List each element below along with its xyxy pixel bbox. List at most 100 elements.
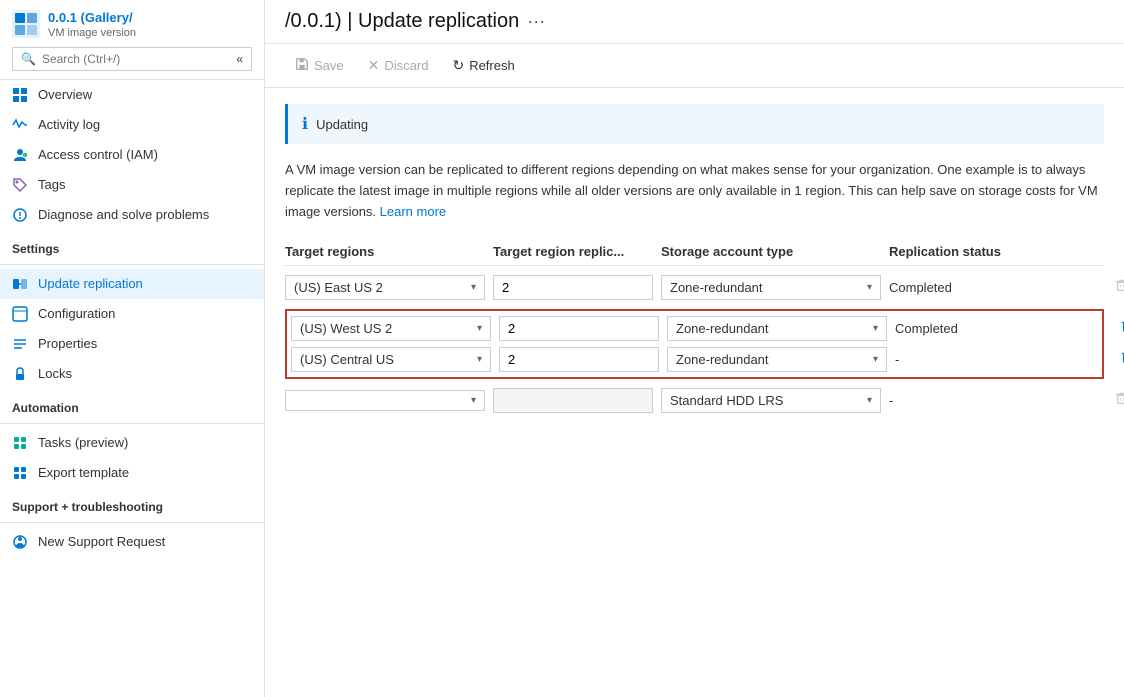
replica-input-0[interactable]: [493, 275, 653, 300]
content-area: ℹ Updating A VM image version can be rep…: [265, 88, 1124, 697]
settings-section-label: Settings: [0, 230, 264, 260]
nav-overview-label: Overview: [38, 87, 92, 102]
table-row: (US) East US 2 ▾ Zone-redundant ▾ Comple…: [285, 270, 1104, 305]
support-section-label: Support + troubleshooting: [0, 488, 264, 518]
col-header-actions: [1097, 244, 1124, 259]
storage-value-0: Zone-redundant: [670, 280, 763, 295]
discard-label: Discard: [384, 58, 428, 73]
description-text: A VM image version can be replicated to …: [285, 160, 1104, 222]
learn-more-link[interactable]: Learn more: [380, 204, 446, 219]
nav-iam-label: Access control (IAM): [38, 147, 158, 162]
diagnose-icon: [12, 207, 28, 223]
nav-tasks[interactable]: Tasks (preview): [0, 428, 264, 458]
brand-icon: [12, 10, 40, 38]
nav-locks[interactable]: Locks: [0, 359, 264, 389]
activity-icon: [12, 117, 28, 133]
storage-value-1: Zone-redundant: [676, 321, 769, 336]
page-header: /0.0.1) | Update replication ···: [265, 0, 1124, 44]
chevron-icon-3: ▾: [471, 395, 476, 406]
banner-text: Updating: [316, 117, 368, 132]
refresh-label: Refresh: [469, 58, 515, 73]
delete-btn-0: [1097, 276, 1124, 299]
main-content: /0.0.1) | Update replication ··· Save ✕ …: [265, 0, 1124, 697]
settings-divider: [0, 264, 264, 265]
nav-export-template[interactable]: Export template: [0, 458, 264, 488]
discard-icon: ✕: [368, 57, 380, 74]
storage-select-1[interactable]: Zone-redundant ▾: [667, 316, 887, 341]
delete-btn-1[interactable]: [1103, 317, 1124, 340]
region-select-3[interactable]: ▾: [285, 390, 485, 411]
table-row: (US) Central US ▾ Zone-redundant ▾ -: [291, 344, 1098, 375]
chevron-icon-1: ▾: [477, 323, 482, 334]
save-button[interactable]: Save: [285, 52, 354, 79]
table-row: (US) West US 2 ▾ Zone-redundant ▾ Comple…: [291, 313, 1098, 344]
discard-button[interactable]: ✕ Discard: [358, 52, 439, 79]
page-menu-dots[interactable]: ···: [527, 11, 545, 32]
status-0: Completed: [889, 280, 1089, 295]
nav-locks-label: Locks: [38, 366, 72, 381]
config-icon: [12, 306, 28, 322]
nav-replication-label: Update replication: [38, 276, 143, 291]
storage-chevron-2: ▾: [873, 354, 878, 365]
search-input[interactable]: [42, 52, 230, 66]
page-title: /0.0.1) | Update replication: [285, 10, 519, 33]
storage-select-3[interactable]: Standard HDD LRS ▾: [661, 388, 881, 413]
nav-configuration[interactable]: Configuration: [0, 299, 264, 329]
support-divider: [0, 522, 264, 523]
brand-text: 0.0.1 (Gallery/ VM image version: [48, 10, 136, 39]
nav-update-replication[interactable]: Update replication: [0, 269, 264, 299]
brand-title: 0.0.1 (Gallery/: [48, 10, 136, 27]
brand-subtitle: VM image version: [48, 27, 136, 39]
status-3: -: [889, 393, 1089, 408]
tasks-icon: [12, 435, 28, 451]
save-icon: [295, 57, 309, 74]
nav-overview[interactable]: Overview: [0, 80, 264, 110]
chevron-icon-2: ▾: [477, 354, 482, 365]
table-row: ▾ Standard HDD LRS ▾ -: [285, 383, 1104, 418]
region-select-1[interactable]: (US) West US 2 ▾: [291, 316, 491, 341]
iam-icon: +: [12, 147, 28, 163]
replica-input-1[interactable]: [499, 316, 659, 341]
replication-icon: [12, 276, 28, 292]
nav-iam[interactable]: + Access control (IAM): [0, 140, 264, 170]
col-header-replicas: Target region replic...: [493, 244, 653, 259]
overview-icon: [12, 87, 28, 103]
nav-activity-log[interactable]: Activity log: [0, 110, 264, 140]
nav-diagnose-label: Diagnose and solve problems: [38, 207, 209, 222]
nav-tags[interactable]: Tags: [0, 170, 264, 200]
nav-properties[interactable]: Properties: [0, 329, 264, 359]
nav-support-request[interactable]: New Support Request: [0, 527, 264, 557]
storage-select-2[interactable]: Zone-redundant ▾: [667, 347, 887, 372]
region-value-0: (US) East US 2: [294, 280, 383, 295]
region-value-1: (US) West US 2: [300, 321, 392, 336]
sidebar: 0.0.1 (Gallery/ VM image version 🔍 « Ove…: [0, 0, 265, 697]
chevron-icon-0: ▾: [471, 282, 476, 293]
nav-tasks-label: Tasks (preview): [38, 435, 128, 450]
export-icon: [12, 465, 28, 481]
highlighted-rows-container: (US) West US 2 ▾ Zone-redundant ▾ Comple…: [285, 309, 1104, 379]
nav-diagnose[interactable]: Diagnose and solve problems: [0, 200, 264, 230]
support-icon: [12, 534, 28, 550]
collapse-button[interactable]: «: [236, 52, 243, 66]
region-select-2[interactable]: (US) Central US ▾: [291, 347, 491, 372]
toolbar: Save ✕ Discard ↻ Refresh: [265, 44, 1124, 88]
properties-icon: [12, 336, 28, 352]
col-header-regions: Target regions: [285, 244, 485, 259]
region-select-0[interactable]: (US) East US 2 ▾: [285, 275, 485, 300]
delete-btn-2[interactable]: [1103, 348, 1124, 371]
storage-select-0[interactable]: Zone-redundant ▾: [661, 275, 881, 300]
replica-input-2[interactable]: [499, 347, 659, 372]
lock-icon: [12, 366, 28, 382]
search-box[interactable]: 🔍 «: [12, 47, 252, 71]
nav-properties-label: Properties: [38, 336, 97, 351]
storage-chevron-3: ▾: [867, 395, 872, 406]
info-banner: ℹ Updating: [285, 104, 1104, 144]
replica-input-3[interactable]: [493, 388, 653, 413]
refresh-button[interactable]: ↻ Refresh: [442, 52, 524, 79]
automation-divider: [0, 423, 264, 424]
tag-icon: [12, 177, 28, 193]
table-header-row: Target regions Target region replic... S…: [285, 238, 1104, 266]
col-header-status: Replication status: [889, 244, 1089, 259]
save-label: Save: [314, 58, 344, 73]
storage-chevron-1: ▾: [873, 323, 878, 334]
